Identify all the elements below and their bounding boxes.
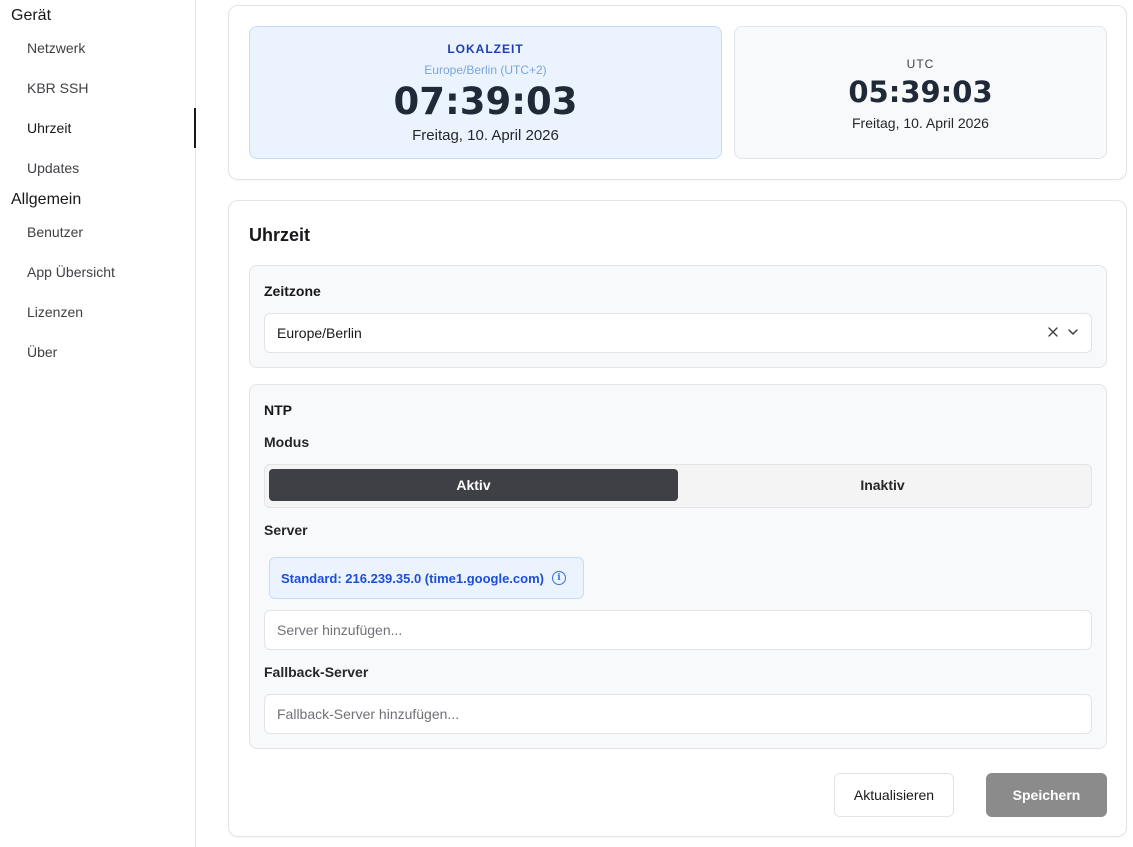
x-icon[interactable]: [1047, 325, 1059, 341]
sidebar-item-uhrzeit[interactable]: Uhrzeit: [0, 108, 196, 148]
server-label: Server: [264, 522, 308, 538]
mode-option-aktiv[interactable]: Aktiv: [269, 469, 678, 501]
local-clock-time: 07:39:03: [393, 80, 578, 123]
sidebar-item-lizenzen[interactable]: Lizenzen: [0, 292, 196, 332]
sidebar-item-benutzer[interactable]: Benutzer: [0, 212, 196, 252]
utc-clock-time: 05:39:03: [848, 75, 993, 109]
sidebar: Gerät Netzwerk KBR SSH Uhrzeit Updates A…: [0, 0, 196, 847]
time-settings-card: Uhrzeit Zeitzone Europe/Berlin NTP Modus…: [228, 200, 1127, 837]
refresh-button[interactable]: Aktualisieren: [834, 773, 954, 817]
local-clock-date: Freitag, 10. April 2026: [412, 127, 559, 144]
sidebar-group-allgemein: Allgemein: [11, 191, 82, 208]
save-button[interactable]: Speichern: [986, 773, 1107, 817]
fallback-server-input[interactable]: [264, 694, 1092, 734]
timezone-panel: Zeitzone Europe/Berlin: [249, 265, 1107, 368]
timezone-select-icons: [1047, 314, 1079, 352]
sidebar-item-updates[interactable]: Updates: [0, 148, 196, 188]
sidebar-item-label: Uhrzeit: [27, 120, 72, 136]
clock-card: LOKALZEIT Europe/Berlin (UTC+2) 07:39:03…: [228, 5, 1127, 180]
local-clock: LOKALZEIT Europe/Berlin (UTC+2) 07:39:03…: [249, 26, 722, 159]
fallback-server-label: Fallback-Server: [264, 664, 369, 680]
default-server-chip: Standard: 216.239.35.0 (time1.google.com…: [269, 557, 584, 599]
sidebar-item-label: App Übersicht: [27, 264, 115, 280]
local-clock-timezone: Europe/Berlin (UTC+2): [424, 63, 547, 77]
sidebar-item-ueber[interactable]: Über: [0, 332, 196, 372]
mode-option-inaktiv[interactable]: Inaktiv: [678, 469, 1087, 501]
section-title: Uhrzeit: [249, 225, 311, 245]
utc-clock: UTC 05:39:03 Freitag, 10. April 2026: [734, 26, 1107, 159]
sidebar-item-label: Netzwerk: [27, 40, 86, 56]
default-server-text: Standard: 216.239.35.0 (time1.google.com…: [281, 570, 544, 586]
utc-clock-label: UTC: [906, 57, 935, 71]
ntp-mode-toggle: Aktiv Inaktiv: [264, 464, 1092, 508]
utc-clock-date: Freitag, 10. April 2026: [852, 115, 989, 131]
sidebar-item-label: Über: [27, 344, 58, 360]
local-clock-label: LOKALZEIT: [447, 42, 524, 56]
timezone-value: Europe/Berlin: [277, 325, 362, 341]
sidebar-item-label: Benutzer: [27, 224, 84, 240]
ntp-panel: NTP Modus Aktiv Inaktiv Server Standard:…: [249, 384, 1107, 749]
sidebar-group-geraet: Gerät: [11, 7, 52, 24]
sidebar-item-netzwerk[interactable]: Netzwerk: [0, 28, 196, 68]
sidebar-item-label: Updates: [27, 160, 80, 176]
sidebar-item-label: Lizenzen: [27, 304, 84, 320]
mode-label: Modus: [264, 434, 310, 450]
timezone-select[interactable]: Europe/Berlin: [264, 313, 1092, 353]
ntp-title: NTP: [264, 402, 292, 418]
server-input[interactable]: [264, 610, 1092, 650]
info-icon[interactable]: i: [551, 571, 566, 585]
sidebar-item-label: KBR SSH: [27, 80, 89, 96]
chevron-down-icon[interactable]: [1067, 325, 1079, 341]
sidebar-item-kbr-ssh[interactable]: KBR SSH: [0, 68, 196, 108]
sidebar-item-app-uebersicht[interactable]: App Übersicht: [0, 252, 196, 292]
timezone-label: Zeitzone: [264, 283, 321, 299]
